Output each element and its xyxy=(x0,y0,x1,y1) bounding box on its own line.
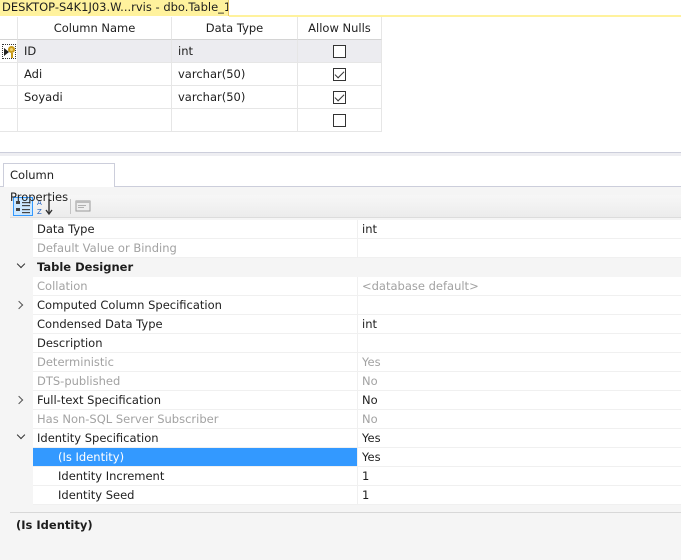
allow-nulls-checkbox[interactable] xyxy=(333,45,346,58)
property-name[interactable]: Has Non-SQL Server Subscriber xyxy=(33,410,358,429)
tab-column-properties[interactable]: Column Properties xyxy=(3,163,115,204)
property-row-full-text[interactable]: Full-text Specification No xyxy=(10,391,681,410)
allow-nulls-checkbox[interactable] xyxy=(333,91,346,104)
property-row-description[interactable]: Description xyxy=(10,334,681,353)
data-type-cell[interactable]: int xyxy=(172,40,298,63)
property-name[interactable]: Computed Column Specification xyxy=(33,296,358,315)
collapse-chevron-icon[interactable] xyxy=(16,259,26,269)
svg-text:Z: Z xyxy=(37,208,42,216)
property-description-panel: (Is Identity) xyxy=(10,512,681,560)
column-name-cell[interactable]: Soyadi xyxy=(18,86,172,109)
property-value[interactable]: No xyxy=(358,391,681,410)
property-value[interactable]: <database default> xyxy=(358,277,681,296)
property-value[interactable]: 1 xyxy=(358,486,681,505)
expand-chevron-icon[interactable] xyxy=(14,300,24,310)
property-pages-icon xyxy=(75,200,91,212)
allow-nulls-cell[interactable] xyxy=(298,63,382,86)
property-name[interactable]: Default Value or Binding xyxy=(33,239,358,258)
property-name[interactable]: Description xyxy=(33,334,358,353)
property-row-deterministic[interactable]: Deterministic Yes xyxy=(10,353,681,372)
property-name[interactable]: DTS-published xyxy=(33,372,358,391)
row-selector[interactable] xyxy=(0,86,18,109)
primary-key-current-row-icon xyxy=(2,44,16,59)
property-value[interactable]: 1 xyxy=(358,467,681,486)
property-name[interactable]: Condensed Data Type xyxy=(33,315,358,334)
column-name-cell[interactable]: Adi xyxy=(18,63,172,86)
allow-nulls-checkbox[interactable] xyxy=(333,68,346,81)
property-name[interactable]: Full-text Specification xyxy=(33,391,358,410)
property-name[interactable]: Identity Increment xyxy=(33,467,358,486)
property-value[interactable] xyxy=(358,239,681,258)
property-row-identity-seed[interactable]: Identity Seed 1 xyxy=(10,486,681,505)
property-value[interactable]: int xyxy=(358,315,681,334)
row-selector[interactable] xyxy=(0,109,18,132)
property-value[interactable]: Yes xyxy=(358,448,681,467)
property-value[interactable] xyxy=(358,334,681,353)
toolbar-separator xyxy=(70,199,71,214)
collapse-chevron-icon[interactable] xyxy=(16,430,26,440)
row-selector[interactable] xyxy=(0,40,18,63)
property-value[interactable]: Yes xyxy=(358,429,681,448)
property-row-condensed-data-type[interactable]: Condensed Data Type int xyxy=(10,315,681,334)
property-value xyxy=(358,258,681,277)
property-name[interactable]: Data Type xyxy=(33,220,358,239)
property-name[interactable]: Identity Specification xyxy=(33,429,358,448)
property-row-is-identity[interactable]: (Is Identity) Yes xyxy=(10,448,681,467)
property-name[interactable]: (Is Identity) xyxy=(33,448,358,467)
property-name[interactable]: Deterministic xyxy=(33,353,358,372)
property-row-collation[interactable]: Collation <database default> xyxy=(10,277,681,296)
property-row-identity-increment[interactable]: Identity Increment 1 xyxy=(10,467,681,486)
property-value[interactable]: int xyxy=(358,220,681,239)
category-table-designer[interactable]: Table Designer xyxy=(10,258,681,277)
allow-nulls-cell[interactable] xyxy=(298,40,382,63)
column-name-cell[interactable] xyxy=(18,109,172,132)
data-type-cell[interactable]: varchar(50) xyxy=(172,86,298,109)
allow-nulls-checkbox[interactable] xyxy=(333,114,346,127)
property-row-non-sql-subscriber[interactable]: Has Non-SQL Server Subscriber No xyxy=(10,410,681,429)
document-tab[interactable]: DESKTOP-S4K1J03.W...rvis - dbo.Table_1* xyxy=(0,0,229,16)
data-type-cell[interactable]: varchar(50) xyxy=(172,63,298,86)
property-row-computed-column[interactable]: Computed Column Specification xyxy=(10,296,681,315)
column-name-header[interactable]: Column Name xyxy=(18,17,172,40)
data-type-header[interactable]: Data Type xyxy=(172,17,298,40)
property-row-dts-published[interactable]: DTS-published No xyxy=(10,372,681,391)
column-name-cell[interactable]: ID xyxy=(18,40,172,63)
description-title: (Is Identity) xyxy=(16,518,93,532)
property-name[interactable]: Collation xyxy=(33,277,358,296)
data-type-cell[interactable] xyxy=(172,109,298,132)
allow-nulls-cell[interactable] xyxy=(298,86,382,109)
property-value[interactable]: Yes xyxy=(358,353,681,372)
expand-chevron-icon[interactable] xyxy=(14,395,24,405)
property-value[interactable]: No xyxy=(358,410,681,429)
property-value[interactable] xyxy=(358,296,681,315)
allow-nulls-header[interactable]: Allow Nulls xyxy=(298,17,382,40)
panel-splitter[interactable] xyxy=(0,152,681,156)
property-name[interactable]: Identity Seed xyxy=(33,486,358,505)
allow-nulls-cell[interactable] xyxy=(298,109,382,132)
property-row-data-type[interactable]: Data Type int xyxy=(10,220,681,239)
property-row-identity-specification[interactable]: Identity Specification Yes xyxy=(10,429,681,448)
property-row-default-value[interactable]: Default Value or Binding xyxy=(10,239,681,258)
properties-toolbar: A Z xyxy=(10,195,681,218)
property-pages-button[interactable] xyxy=(74,197,94,216)
category-name[interactable]: Table Designer xyxy=(33,258,358,277)
row-header-corner xyxy=(0,17,18,40)
property-value[interactable]: No xyxy=(358,372,681,391)
row-selector[interactable] xyxy=(0,63,18,86)
